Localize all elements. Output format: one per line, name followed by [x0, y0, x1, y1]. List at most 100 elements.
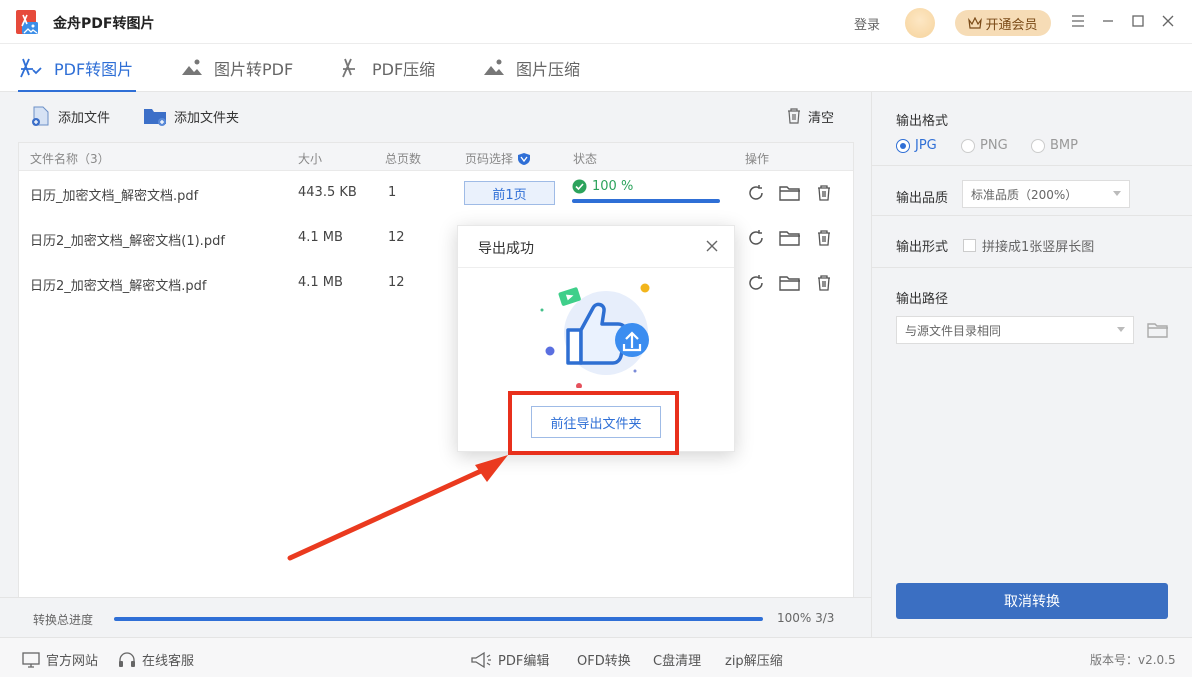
add-file-icon	[32, 106, 49, 126]
progress-text: 100% 3/3	[777, 611, 835, 625]
header-page-select-label: 页码选择	[465, 152, 514, 166]
browse-folder-icon[interactable]	[1147, 321, 1169, 339]
format-label: 输出格式	[896, 114, 949, 129]
tab-bar: PDF转图片 图片转PDF PDF压缩 图片压缩	[0, 44, 1192, 93]
quality-label: 输出品质	[896, 191, 949, 206]
add-file-label: 添加文件	[58, 110, 111, 126]
image-icon	[182, 59, 202, 75]
header-status: 状态	[573, 152, 598, 166]
chevron-down-icon	[1117, 327, 1125, 332]
tab-pdf-to-image[interactable]: PDF转图片	[18, 44, 136, 93]
close-icon[interactable]	[1159, 12, 1177, 30]
page-select-button[interactable]: 前1页	[464, 181, 555, 205]
image-compress-icon	[484, 59, 504, 75]
radio-label: JPG	[915, 138, 937, 153]
add-folder-label: 添加文件夹	[174, 110, 240, 126]
headset-icon	[119, 651, 135, 667]
refresh-icon[interactable]	[745, 272, 767, 294]
tab-pdf-compress[interactable]: PDF压缩	[340, 44, 435, 92]
arrow-annotation-icon	[287, 455, 508, 561]
refresh-icon[interactable]	[745, 182, 767, 204]
radio-png[interactable]: PNG	[961, 138, 1008, 153]
vip-label: 开通会员	[985, 17, 1038, 33]
website-link[interactable]: 官方网站	[22, 650, 98, 669]
folder-icon[interactable]	[779, 182, 801, 204]
app-title: 金舟PDF转图片	[53, 16, 155, 32]
highlight-box	[508, 391, 679, 455]
clear-button[interactable]: 清空	[786, 104, 834, 128]
progress-track	[114, 617, 763, 621]
dialog-title: 导出成功	[478, 241, 534, 257]
path-value: 与源文件目录相同	[905, 323, 1002, 338]
file-pages: 1	[388, 185, 397, 200]
header-page-select: 页码选择	[465, 150, 531, 167]
menu-icon[interactable]	[1069, 12, 1087, 30]
tab-label: 图片压缩	[516, 60, 581, 79]
checkbox-label: 拼接成1张竖屏长图	[982, 240, 1095, 255]
trash-icon[interactable]	[813, 272, 835, 294]
cancel-convert-button[interactable]: 取消转换	[896, 583, 1168, 619]
radio-bmp[interactable]: BMP	[1031, 138, 1078, 153]
status: 100 %	[572, 179, 633, 194]
minimize-icon[interactable]	[1099, 12, 1117, 30]
disk-clean-link[interactable]: C盘清理	[653, 650, 701, 669]
radio-label: PNG	[980, 138, 1008, 153]
refresh-icon[interactable]	[745, 227, 767, 249]
file-pages: 12	[388, 275, 405, 290]
tab-image-compress[interactable]: 图片压缩	[482, 44, 580, 92]
status-progress-bar	[572, 199, 720, 203]
table-header: 文件名称（3） 大小 总页数 页码选择 状态 操作	[19, 143, 853, 171]
tab-label: PDF转图片	[54, 60, 134, 79]
title-bar: 金舟PDF转图片 登录 开通会员	[0, 0, 1192, 44]
trash-icon[interactable]	[813, 182, 835, 204]
website-label: 官方网站	[46, 654, 99, 669]
vip-button[interactable]: 开通会员	[955, 10, 1051, 36]
path-section: 输出路径 与源文件目录相同	[872, 268, 1192, 358]
path-select[interactable]: 与源文件目录相同	[896, 316, 1134, 344]
progress-fill	[114, 617, 763, 621]
trash-icon[interactable]	[813, 227, 835, 249]
vip-shield-icon	[518, 152, 531, 165]
path-label: 输出路径	[896, 292, 949, 307]
radio-jpg[interactable]: JPG	[896, 138, 937, 153]
add-folder-button[interactable]: 添加文件夹	[142, 104, 239, 128]
progress-label: 转换总进度	[33, 613, 94, 627]
pdf-edit-link[interactable]: PDF编辑	[470, 650, 549, 669]
folder-icon[interactable]	[779, 272, 801, 294]
header-pages: 总页数	[385, 152, 422, 166]
maximize-icon[interactable]	[1129, 12, 1147, 30]
bottom-bar: 官方网站 在线客服 PDF编辑 OFD转换 C盘清理 zip解压缩 版本号：v2…	[0, 637, 1192, 677]
tab-image-to-pdf[interactable]: 图片转PDF	[180, 44, 293, 92]
quality-select[interactable]: 标准品质（200%）	[962, 180, 1130, 208]
merge-checkbox[interactable]: 拼接成1张竖屏长图	[963, 236, 1094, 255]
ofd-link[interactable]: OFD转换	[577, 650, 631, 669]
avatar[interactable]	[905, 8, 935, 38]
pdf-compress-icon	[342, 58, 355, 78]
login-link[interactable]: 登录	[854, 14, 880, 33]
add-file-button[interactable]: 添加文件	[30, 104, 110, 128]
clear-label: 清空	[808, 110, 835, 126]
quality-section: 输出品质 标准品质（200%）	[872, 166, 1192, 216]
megaphone-icon	[471, 651, 491, 668]
file-name: 日历2_加密文档_解密文档.pdf	[30, 279, 207, 294]
trash-icon	[788, 108, 800, 124]
settings-panel: 输出格式 JPG PNG BMP 输出品质 标准品质（200%） 输出形式 拼接…	[871, 92, 1192, 637]
file-size: 4.1 MB	[298, 275, 343, 290]
tab-label: PDF压缩	[372, 60, 436, 79]
unzip-link[interactable]: zip解压缩	[725, 650, 783, 669]
version-text: 版本号：v2.0.5	[1090, 653, 1176, 667]
form-section: 输出形式 拼接成1张竖屏长图	[872, 216, 1192, 268]
pdf-icon	[20, 58, 42, 78]
format-section: 输出格式 JPG PNG BMP	[872, 92, 1192, 166]
file-size: 4.1 MB	[298, 230, 343, 245]
thumbs-up-icon	[540, 283, 650, 388]
header-actions: 操作	[745, 152, 770, 166]
file-pages: 12	[388, 230, 405, 245]
service-link[interactable]: 在线客服	[118, 650, 194, 669]
radio-label: BMP	[1050, 138, 1078, 153]
tab-label: 图片转PDF	[214, 60, 294, 79]
form-label: 输出形式	[896, 240, 949, 255]
folder-icon[interactable]	[779, 227, 801, 249]
close-icon[interactable]	[704, 238, 720, 254]
table-row: 日历_加密文档_解密文档.pdf 443.5 KB 1 前1页 100 %	[19, 171, 853, 216]
